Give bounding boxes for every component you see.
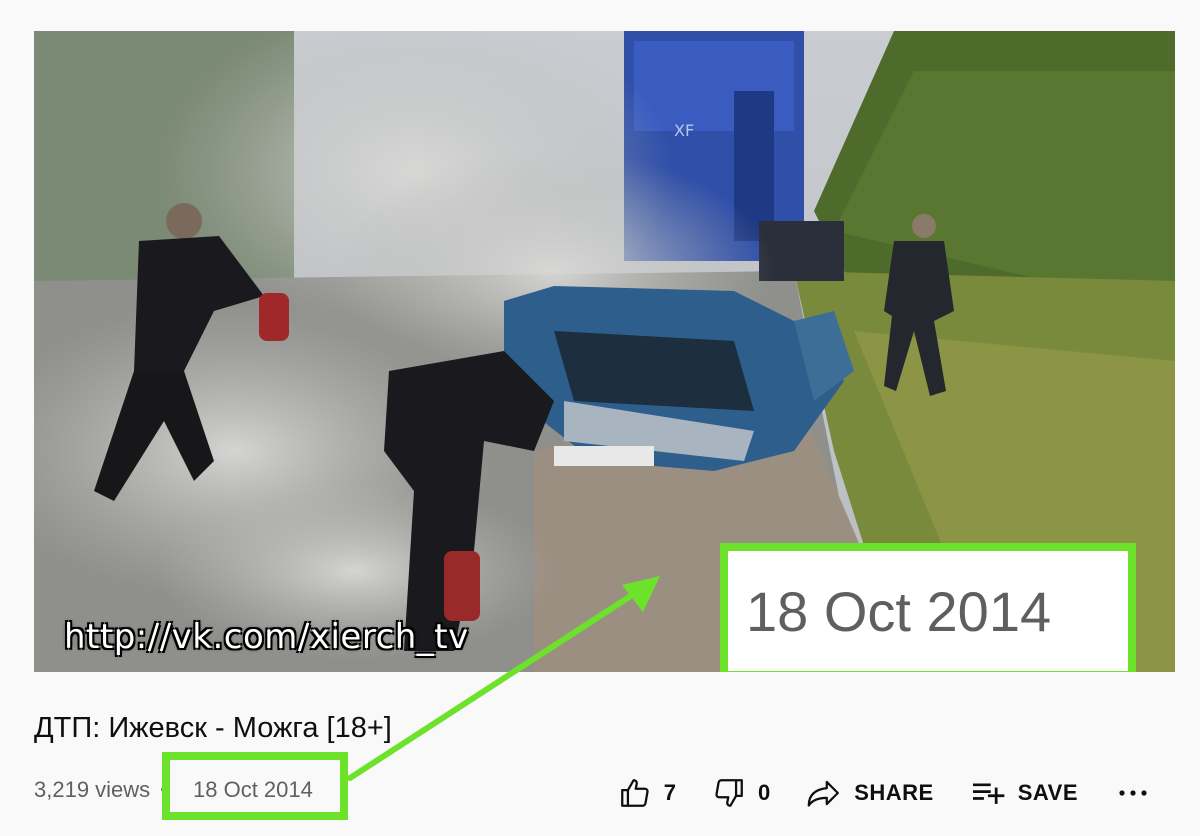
dislike-count: 0 — [757, 780, 771, 805]
video-title: ДТП: Ижевск - Можга [18+] — [34, 712, 392, 744]
share-arrow-icon — [806, 776, 842, 810]
video-player[interactable]: XF http://vk.com/xierch_tv 18 Oct 2014 — [34, 31, 1175, 672]
share-label: SHARE — [854, 780, 934, 805]
like-count: 7 — [663, 780, 676, 805]
save-label: SAVE — [1017, 780, 1078, 805]
video-metadata: 3,219 views • — [34, 775, 174, 805]
thumbs-down-icon — [712, 776, 746, 810]
svg-text:XF: XF — [674, 121, 694, 140]
date-callout-box: 18 Oct 2014 — [720, 543, 1136, 672]
more-actions-button[interactable] — [1096, 770, 1160, 816]
dislike-button[interactable]: 0 — [694, 770, 788, 816]
share-button[interactable]: SHARE — [788, 770, 952, 816]
like-button[interactable]: 7 — [600, 770, 694, 816]
playlist-add-icon — [970, 778, 1006, 808]
upload-date-highlight — [162, 752, 348, 820]
save-button[interactable]: SAVE — [952, 770, 1096, 816]
video-watermark-url: http://vk.com/xierch_tv — [64, 617, 469, 657]
more-horizontal-icon — [1118, 788, 1148, 798]
video-actions: 7 0 SHARE SAVE — [600, 770, 1160, 816]
view-count: 3,219 views — [34, 777, 151, 802]
date-callout-text: 18 Oct 2014 — [746, 580, 1052, 643]
thumbs-up-icon — [618, 776, 652, 810]
